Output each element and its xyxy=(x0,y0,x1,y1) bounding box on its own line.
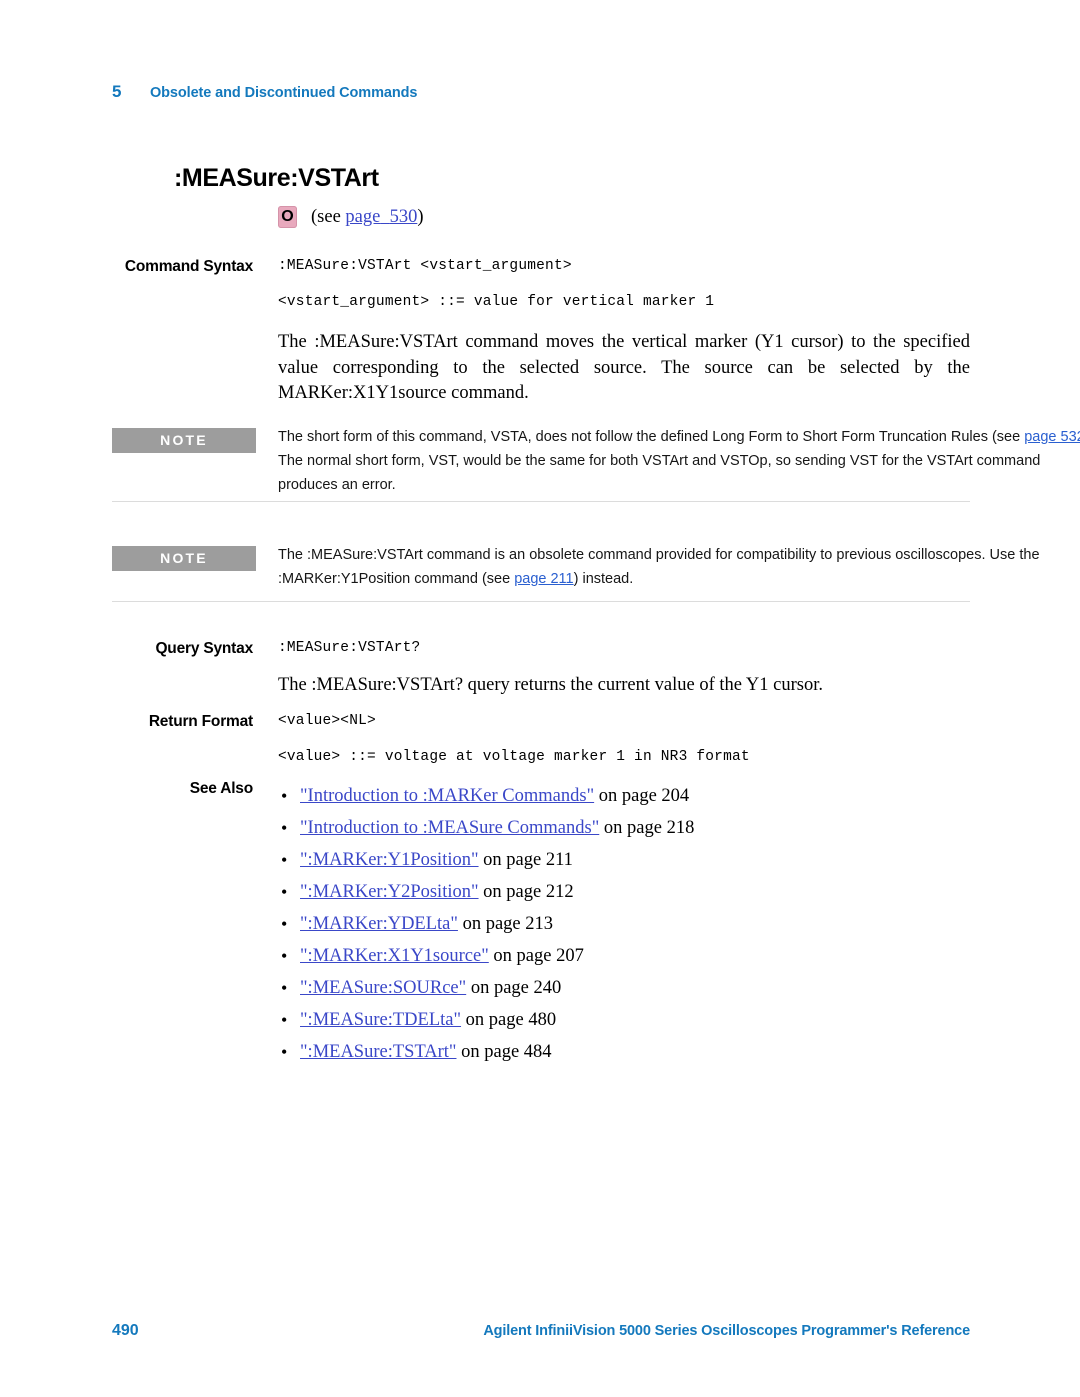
see-also-item: • ":MEASure:TSTArt" on page 484 xyxy=(278,1036,970,1068)
bullet-icon: • xyxy=(281,914,288,934)
see-also-item: • "Introduction to :MARKer Commands" on p… xyxy=(278,780,970,812)
note-1-part-1: The short form of this command, VSTA, do… xyxy=(278,428,1025,445)
query-syntax-section: Query Syntax :MEASure:VSTArt? xyxy=(112,640,970,657)
see-also-link[interactable]: "Introduction to :MARKer Commands" xyxy=(300,786,594,806)
see-also-link[interactable]: ":MEASure:SOURce" xyxy=(300,978,466,998)
return-format-line-1: <value><NL> xyxy=(278,713,376,729)
see-also-item: • ":MARKer:X1Y1source" on page 207 xyxy=(278,940,970,972)
note-text-1: The short form of this command, VSTA, do… xyxy=(278,425,1080,497)
footer-page-number: 490 xyxy=(112,1322,139,1339)
obsolete-see-reference: (see page 530) xyxy=(311,207,424,228)
see-also-link[interactable]: ":MARKer:Y1Position" xyxy=(300,850,479,870)
see-also-link[interactable]: ":MARKer:X1Y1source" xyxy=(300,946,489,966)
note-block-1: NOTE The short form of this command, VST… xyxy=(112,425,1080,497)
see-also-list: • "Introduction to :MARKer Commands" on p… xyxy=(278,780,970,1068)
footer-document-title: Agilent InfiniiVision 5000 Series Oscill… xyxy=(483,1323,970,1339)
return-format-line-2: <value> ::= voltage at voltage marker 1 … xyxy=(278,749,750,765)
see-also-page-reference: on page 211 xyxy=(478,850,573,870)
see-also-link[interactable]: "Introduction to :MEASure Commands" xyxy=(300,818,599,838)
query-syntax-line-1: :MEASure:VSTArt? xyxy=(278,640,421,656)
see-also-body: • "Introduction to :MARKer Commands" on p… xyxy=(278,780,970,1068)
see-also-item: • ":MARKer:YDELta" on page 213 xyxy=(278,908,970,940)
chapter-title: Obsolete and Discontinued Commands xyxy=(150,85,418,101)
divider-2 xyxy=(112,601,970,602)
page-footer: 490 Agilent InfiniiVision 5000 Series Os… xyxy=(112,1322,970,1340)
running-header: 5 Obsolete and Discontinued Commands xyxy=(112,82,417,102)
see-also-item: • "Introduction to :MEASure Commands" on … xyxy=(278,812,970,844)
see-also-item: • ":MEASure:TDELta" on page 480 xyxy=(278,1004,970,1036)
see-also-link[interactable]: ":MARKer:YDELta" xyxy=(300,914,458,934)
note-badge-2: NOTE xyxy=(112,546,256,571)
command-syntax-body: :MEASure:VSTArt <vstart_argument> <vstar… xyxy=(278,258,970,310)
see-also-item: • ":MARKer:Y2Position" on page 212 xyxy=(278,876,970,908)
obsolete-o-icon: O xyxy=(278,206,297,228)
see-also-section: See Also • "Introduction to :MARKer Comma… xyxy=(112,780,970,1068)
note-1-page-link[interactable]: page 532 xyxy=(1024,428,1080,445)
return-format-section: Return Format <value><NL> <value> ::= vo… xyxy=(112,713,970,765)
note-badge-1: NOTE xyxy=(112,428,256,453)
command-syntax-label: Command Syntax xyxy=(124,258,253,275)
query-syntax-label: Query Syntax xyxy=(155,640,253,657)
return-format-body: <value><NL> <value> ::= voltage at volta… xyxy=(278,713,970,765)
see-also-page-reference: on page 213 xyxy=(457,914,553,934)
bullet-icon: • xyxy=(281,946,288,966)
see-also-page-reference: on page 240 xyxy=(466,978,562,998)
bullet-icon: • xyxy=(281,1010,288,1030)
see-also-page-reference: on page 212 xyxy=(478,882,574,902)
see-also-page-reference: on page 480 xyxy=(461,1010,557,1030)
see-prefix-text: (see xyxy=(311,206,346,227)
query-syntax-body: :MEASure:VSTArt? xyxy=(278,640,970,656)
command-description-text: The :MEASure:VSTArt command moves the ve… xyxy=(278,332,970,403)
return-format-label: Return Format xyxy=(148,713,253,730)
bullet-icon: • xyxy=(281,882,288,902)
see-also-item: • ":MEASure:SOURce" on page 240 xyxy=(278,972,970,1004)
bullet-icon: • xyxy=(281,850,288,870)
divider-1 xyxy=(112,501,970,502)
bullet-icon: • xyxy=(281,786,288,806)
bullet-icon: • xyxy=(281,1042,288,1062)
see-also-page-reference: on page 207 xyxy=(488,946,584,966)
note-2-part-2: ) instead. xyxy=(573,570,634,587)
command-description-section: The :MEASure:VSTArt command moves the ve… xyxy=(112,330,970,407)
command-syntax-line-1: :MEASure:VSTArt <vstart_argument> xyxy=(278,258,572,274)
page-link-number: 530 xyxy=(389,206,418,227)
query-description-section: The :MEASure:VSTArt? query returns the c… xyxy=(112,673,970,699)
see-also-link[interactable]: ":MEASure:TDELta" xyxy=(300,1010,461,1030)
bullet-icon: • xyxy=(281,818,288,838)
see-also-page-reference: on page 484 xyxy=(456,1042,552,1062)
see-also-link[interactable]: ":MEASure:TSTArt" xyxy=(300,1042,456,1062)
note-2-part-1: The :MEASure:VSTArt command is an obsole… xyxy=(278,546,1040,587)
note-block-2: NOTE The :MEASure:VSTArt command is an o… xyxy=(112,543,1040,591)
bullet-icon: • xyxy=(281,978,288,998)
see-suffix-text: ) xyxy=(417,206,424,227)
page-title: :MEASure:VSTArt xyxy=(174,164,379,192)
command-syntax-line-2: <vstart_argument> ::= value for vertical… xyxy=(278,294,715,310)
obsolete-badge-row: O (see page 530) xyxy=(278,206,424,228)
see-also-item: • ":MARKer:Y1Position" on page 211 xyxy=(278,844,970,876)
page-link-530[interactable]: page 530 xyxy=(345,207,417,227)
chapter-number: 5 xyxy=(112,82,122,101)
page-link-word: page xyxy=(345,206,381,227)
note-text-2: The :MEASure:VSTArt command is an obsole… xyxy=(278,543,1080,591)
query-description-text: The :MEASure:VSTArt? query returns the c… xyxy=(278,675,823,695)
command-syntax-section: Command Syntax :MEASure:VSTArt <vstart_a… xyxy=(112,258,970,310)
see-also-page-reference: on page 204 xyxy=(594,786,690,806)
see-also-page-reference: on page 218 xyxy=(599,818,695,838)
see-also-link[interactable]: ":MARKer:Y2Position" xyxy=(300,882,479,902)
note-2-page-link[interactable]: page 211 xyxy=(514,570,573,587)
see-also-label: See Also xyxy=(189,780,254,797)
